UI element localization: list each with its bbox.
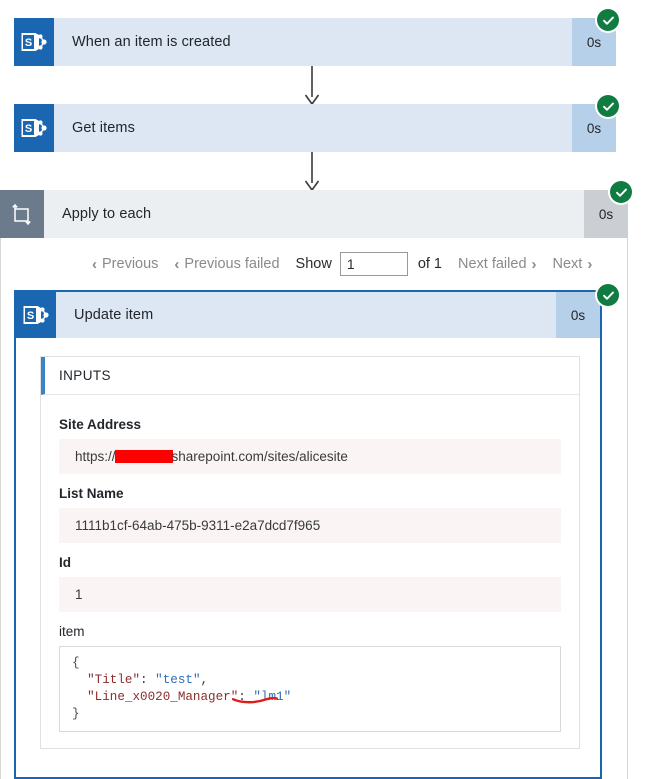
action-detail-panel: INPUTS Site Address https:// sharepoint.c… bbox=[14, 338, 602, 779]
chevron-left-icon: ‹ bbox=[174, 255, 180, 273]
succeeded-icon bbox=[597, 9, 619, 31]
connector-arrow-2 bbox=[304, 152, 320, 192]
page-number-input[interactable] bbox=[339, 252, 408, 276]
site-address-suffix: sharepoint.com/sites/alicesite bbox=[171, 449, 348, 464]
flow-card-title: Apply to each bbox=[44, 190, 584, 238]
flow-card-duration: 0s bbox=[556, 292, 600, 338]
chevron-right-icon: › bbox=[531, 255, 537, 273]
flow-card-title: When an item is created bbox=[54, 18, 572, 66]
loop-container-left-edge bbox=[0, 238, 1, 779]
json-line-title: "Title": "test", bbox=[87, 673, 209, 687]
flow-card-title: Get items bbox=[54, 104, 572, 152]
next-failed-label: Next failed bbox=[458, 256, 527, 272]
sharepoint-icon: S bbox=[16, 292, 56, 338]
site-address-prefix: https:// bbox=[75, 449, 116, 464]
previous-failed-label: Previous failed bbox=[184, 256, 280, 272]
loop-container-right-edge bbox=[627, 238, 628, 779]
pagination-bar[interactable]: ‹ Previous ‹ Previous failed Show of 1 N… bbox=[92, 252, 592, 276]
json-line-close-brace: } bbox=[72, 707, 80, 721]
redaction-block bbox=[114, 450, 173, 463]
loop-icon bbox=[0, 190, 44, 238]
json-line-line-manager: "Line_x0020_Manager": "lm1" bbox=[87, 690, 292, 704]
inputs-section-title: INPUTS bbox=[41, 357, 579, 395]
field-value-item-json: { "Title": "test", "Line_x0020_Manager":… bbox=[59, 646, 561, 732]
flow-card-get-items[interactable]: S Get items 0s bbox=[14, 104, 616, 152]
svg-text:S: S bbox=[27, 310, 34, 322]
previous-button[interactable]: ‹ Previous bbox=[92, 256, 158, 272]
chevron-right-icon: › bbox=[587, 255, 593, 273]
next-button[interactable]: Next › bbox=[553, 256, 593, 272]
flow-card-title: Update item bbox=[56, 292, 556, 338]
field-label-item: item bbox=[59, 624, 85, 639]
field-label-list-name: List Name bbox=[59, 486, 124, 501]
field-value-id: 1 bbox=[59, 577, 561, 612]
field-value-site-address: https:// sharepoint.com/sites/alicesite bbox=[59, 439, 561, 474]
field-label-id: Id bbox=[59, 555, 71, 570]
svg-text:S: S bbox=[25, 37, 32, 49]
flow-card-apply-to-each[interactable]: Apply to each 0s bbox=[0, 190, 628, 238]
json-line-open-brace: { bbox=[72, 656, 80, 670]
next-label: Next bbox=[552, 256, 583, 272]
previous-failed-button[interactable]: ‹ Previous failed bbox=[174, 256, 279, 272]
previous-label: Previous bbox=[102, 256, 159, 272]
succeeded-icon bbox=[597, 284, 619, 306]
succeeded-icon bbox=[610, 181, 632, 203]
field-label-site-address: Site Address bbox=[59, 417, 142, 432]
show-label: Show bbox=[295, 256, 332, 272]
chevron-left-icon: ‹ bbox=[92, 255, 97, 273]
sharepoint-icon: S bbox=[14, 104, 54, 152]
flow-card-update-item[interactable]: S Update item 0s bbox=[14, 290, 602, 338]
svg-text:S: S bbox=[25, 123, 32, 135]
field-value-list-name: 1111b1cf-64ab-475b-9311-e2a7dcd7f965 bbox=[59, 508, 561, 543]
inputs-section: INPUTS Site Address https:// sharepoint.c… bbox=[40, 356, 580, 749]
sharepoint-icon: S bbox=[14, 18, 54, 66]
page-total-label: of 1 bbox=[417, 256, 442, 272]
succeeded-icon bbox=[597, 95, 619, 117]
connector-arrow-1 bbox=[304, 66, 320, 106]
next-failed-button[interactable]: Next failed › bbox=[458, 256, 537, 272]
inputs-section-body: Site Address https:// sharepoint.com/site… bbox=[41, 395, 579, 748]
flow-card-when-an-item-is-created[interactable]: S When an item is created 0s bbox=[14, 18, 616, 66]
